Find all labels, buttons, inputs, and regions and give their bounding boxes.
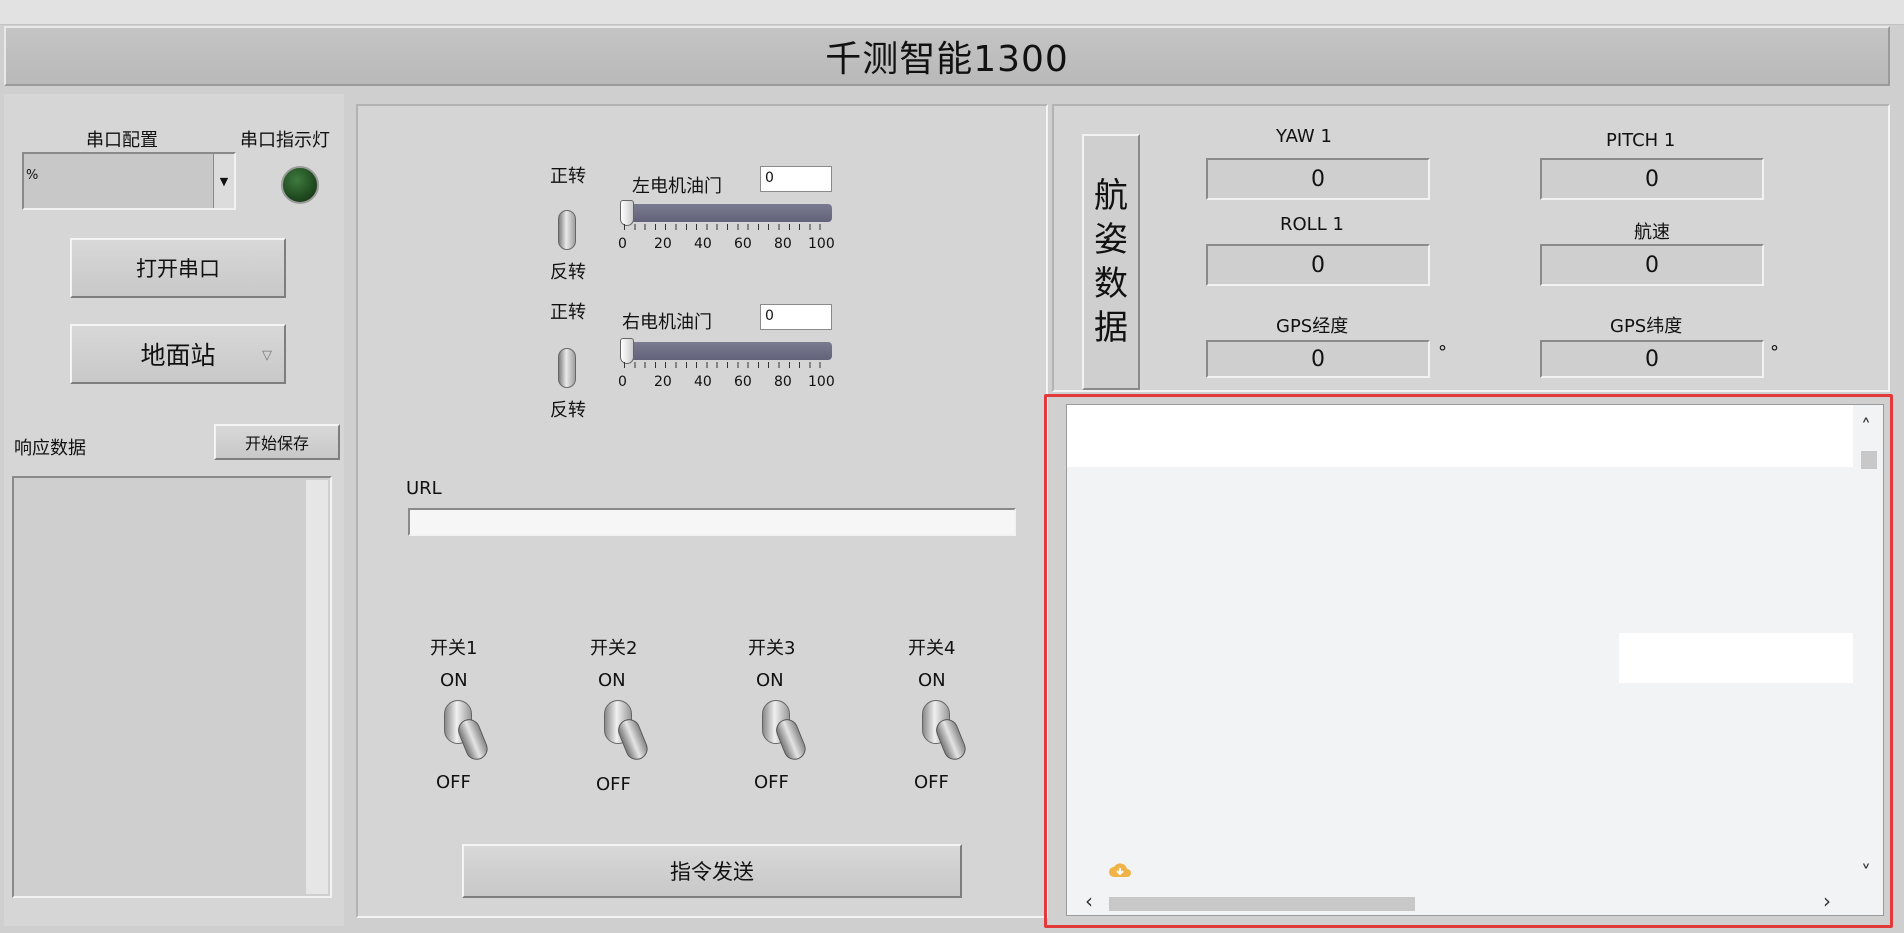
right-throttle-scale bbox=[624, 362, 830, 372]
gps-latitude-value: 0 bbox=[1540, 340, 1764, 378]
tick-label: 100 bbox=[808, 236, 835, 252]
tick-label: 0 bbox=[618, 374, 627, 390]
start-save-button[interactable]: 开始保存 bbox=[214, 424, 340, 460]
open-serial-button[interactable]: 打开串口 bbox=[70, 238, 286, 298]
url-label: URL bbox=[406, 478, 442, 499]
combo-dropdown-arrow-icon[interactable]: ▼ bbox=[213, 154, 234, 208]
switch-1-off-label: OFF bbox=[436, 772, 471, 793]
tick-label: 80 bbox=[774, 236, 792, 252]
left-motor-reverse-label: 反转 bbox=[550, 262, 586, 283]
gps-longitude-degree: ° bbox=[1438, 342, 1447, 363]
left-throttle-label: 左电机油门 bbox=[632, 176, 722, 197]
right-throttle-slider[interactable] bbox=[620, 338, 832, 364]
response-scrollbar[interactable] bbox=[306, 480, 328, 894]
switch-2-on-label: ON bbox=[598, 670, 626, 691]
dropdown-triangle-icon: ▽ bbox=[262, 348, 272, 363]
switch-4-toggle[interactable] bbox=[922, 700, 969, 764]
gps-longitude-label: GPS经度 bbox=[1276, 316, 1349, 337]
roll-label: ROLL 1 bbox=[1280, 214, 1344, 235]
ground-station-label: 地面站 bbox=[140, 341, 216, 370]
tick-label: 60 bbox=[734, 236, 752, 252]
tick-label: 40 bbox=[694, 374, 712, 390]
switch-4-off-label: OFF bbox=[914, 772, 949, 793]
right-motor-direction-toggle[interactable] bbox=[558, 348, 576, 388]
serial-indicator-label: 串口指示灯 bbox=[240, 130, 330, 151]
left-motor-forward-label: 正转 bbox=[550, 166, 586, 187]
left-throttle-slider[interactable] bbox=[620, 200, 832, 226]
right-throttle-tick-labels: 0 20 40 60 80 100 bbox=[618, 374, 840, 392]
switch-4-label: 开关4 bbox=[908, 638, 956, 659]
attitude-heading-char: 数 bbox=[1094, 264, 1128, 304]
response-data-textarea[interactable] bbox=[12, 476, 332, 898]
left-throttle-tick-labels: 0 20 40 60 80 100 bbox=[618, 236, 840, 254]
left-throttle-scale bbox=[624, 224, 830, 234]
switch-4: 开关4 ON OFF bbox=[898, 634, 969, 794]
gps-longitude-value: 0 bbox=[1206, 340, 1430, 378]
tick-label: 20 bbox=[654, 236, 672, 252]
switch-2: 开关2 ON OFF bbox=[580, 634, 651, 795]
right-motor-forward-label: 正转 bbox=[550, 302, 586, 323]
right-throttle-slider-handle[interactable] bbox=[620, 338, 634, 364]
tick-label: 100 bbox=[808, 374, 835, 390]
roll-value: 0 bbox=[1206, 244, 1430, 286]
gps-latitude-degree: ° bbox=[1770, 342, 1779, 363]
attitude-heading: 航 姿 数 据 bbox=[1082, 134, 1140, 390]
switch-1-on-label: ON bbox=[440, 670, 468, 691]
switch-3-toggle[interactable] bbox=[762, 700, 809, 764]
left-throttle-slider-handle[interactable] bbox=[620, 200, 634, 226]
serial-config-label: 串口配置 bbox=[86, 130, 158, 151]
tick-label: 0 bbox=[618, 236, 627, 252]
switch-4-on-label: ON bbox=[918, 670, 946, 691]
attitude-heading-char: 航 bbox=[1094, 176, 1128, 216]
right-throttle-ticks bbox=[624, 362, 830, 368]
tick-label: 80 bbox=[774, 374, 792, 390]
switch-1-label: 开关1 bbox=[430, 638, 478, 659]
tick-label: 60 bbox=[734, 374, 752, 390]
switch-2-toggle[interactable] bbox=[604, 700, 651, 764]
serial-port-value: % bbox=[26, 168, 39, 183]
right-throttle-label: 右电机油门 bbox=[622, 312, 712, 333]
switch-3: 开关3 ON OFF bbox=[738, 634, 809, 794]
speed-label: 航速 bbox=[1634, 222, 1670, 243]
switch-1-toggle[interactable] bbox=[444, 700, 491, 764]
attitude-panel: 航 姿 数 据 YAW 1 0 PITCH 1 0 ROLL 1 0 航速 0 … bbox=[1052, 104, 1890, 392]
window-top-strip bbox=[0, 0, 1904, 25]
right-motor-reverse-label: 反转 bbox=[550, 400, 586, 421]
send-command-button[interactable]: 指令发送 bbox=[462, 844, 962, 898]
window-title: 千测智能1300 bbox=[825, 39, 1069, 80]
switch-2-off-label: OFF bbox=[596, 774, 631, 795]
serial-panel: 串口配置 串口指示灯 % ▼ 打开串口 地面站 ▽ 响应数据 开始保存 bbox=[4, 94, 344, 926]
serial-port-combo[interactable]: % ▼ bbox=[22, 152, 236, 210]
left-motor-direction-toggle[interactable] bbox=[558, 210, 576, 250]
ground-station-button[interactable]: 地面站 ▽ bbox=[70, 324, 286, 384]
tick-label: 20 bbox=[654, 374, 672, 390]
switch-3-on-label: ON bbox=[756, 670, 784, 691]
pitch-label: PITCH 1 bbox=[1606, 130, 1676, 151]
highlight-frame bbox=[1044, 394, 1893, 928]
gps-latitude-label: GPS纬度 bbox=[1610, 316, 1683, 337]
switch-3-off-label: OFF bbox=[754, 772, 789, 793]
yaw-value: 0 bbox=[1206, 158, 1430, 200]
left-throttle-input[interactable]: 0 bbox=[760, 166, 832, 192]
speed-value: 0 bbox=[1540, 244, 1764, 286]
attitude-heading-char: 据 bbox=[1094, 308, 1128, 348]
control-panel: 正转 反转 左电机油门 0 0 20 40 60 80 100 正转 反转 右电… bbox=[356, 104, 1048, 918]
attitude-heading-char: 姿 bbox=[1094, 220, 1128, 260]
left-throttle-ticks bbox=[624, 224, 830, 230]
serial-indicator-led-icon bbox=[281, 166, 319, 204]
pitch-value: 0 bbox=[1540, 158, 1764, 200]
switch-3-label: 开关3 bbox=[748, 638, 796, 659]
tick-label: 40 bbox=[694, 236, 712, 252]
switch-2-label: 开关2 bbox=[590, 638, 638, 659]
yaw-label: YAW 1 bbox=[1276, 126, 1332, 147]
response-data-label: 响应数据 bbox=[14, 438, 86, 459]
right-throttle-input[interactable]: 0 bbox=[760, 304, 832, 330]
url-input[interactable] bbox=[408, 508, 1016, 536]
window-title-bar: 千测智能1300 bbox=[4, 26, 1890, 86]
switch-1: 开关1 ON OFF bbox=[420, 634, 491, 794]
